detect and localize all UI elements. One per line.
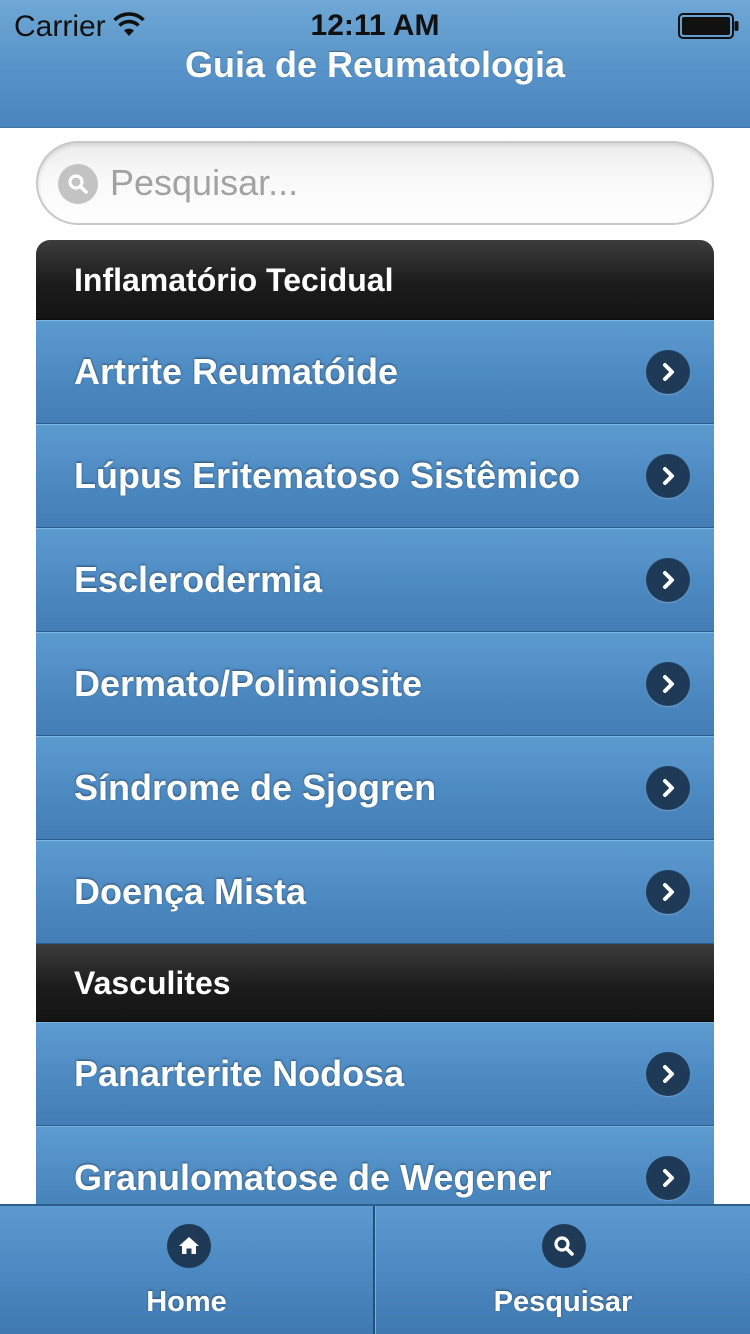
list-item-label: Artrite Reumatóide: [74, 351, 399, 392]
tab-pesquisar-label: Pesquisar: [493, 1286, 633, 1318]
list-item-granulomatose-wegener[interactable]: Granulomatose de Wegener: [36, 1126, 714, 1204]
chevron-right-icon: [646, 558, 690, 602]
tab-bar: Home Pesquisar: [0, 1204, 750, 1334]
list-item-esclerodermia[interactable]: Esclerodermia: [36, 528, 714, 632]
list-item-label: Panarterite Nodosa: [74, 1053, 405, 1094]
section-header-vasculites: Vasculites: [36, 944, 714, 1022]
topic-list: Inflamatório Tecidual Artrite Reumatóide…: [36, 240, 714, 1204]
chevron-right-icon: [646, 662, 690, 706]
chevron-right-icon: [646, 454, 690, 498]
list-item-label: Lúpus Eritematoso Sistêmico: [74, 455, 581, 496]
list-item-label: Esclerodermia: [74, 559, 323, 600]
list-item-sindrome-sjogren[interactable]: Síndrome de Sjogren: [36, 736, 714, 840]
tab-home-label: Home: [146, 1286, 227, 1318]
status-bar: Carrier 12:11 AM: [0, 0, 750, 50]
chevron-right-icon: [646, 1052, 690, 1096]
tab-pesquisar[interactable]: Pesquisar: [375, 1206, 750, 1334]
page-title: Guia de Reumatologia: [184, 44, 566, 85]
search-input[interactable]: [110, 143, 690, 223]
list-item-label: Doença Mista: [74, 871, 307, 912]
header-bar: Carrier 12:11 AM Guia de Reumatologia: [0, 0, 750, 128]
search-bar[interactable]: [36, 141, 714, 225]
list-item-label: Dermato/Polimiosite: [74, 663, 423, 704]
list-item-doenca-mista[interactable]: Doença Mista: [36, 840, 714, 944]
list-item-label: Síndrome de Sjogren: [74, 767, 437, 808]
list-item-panarterite-nodosa[interactable]: Panarterite Nodosa: [36, 1022, 714, 1126]
list-item-lupus[interactable]: Lúpus Eritematoso Sistêmico: [36, 424, 714, 528]
chevron-right-icon: [646, 766, 690, 810]
list-item-label: Granulomatose de Wegener: [74, 1157, 552, 1198]
chevron-right-icon: [646, 870, 690, 914]
chevron-right-icon: [646, 350, 690, 394]
search-icon: [542, 1224, 586, 1268]
list-item-artrite-reumatoide[interactable]: Artrite Reumatóide: [36, 320, 714, 424]
list-item-dermato-polimiosite[interactable]: Dermato/Polimiosite: [36, 632, 714, 736]
battery-icon: [678, 13, 739, 39]
home-icon: [167, 1224, 211, 1268]
status-time: 12:11 AM: [310, 9, 440, 42]
section-header-inflamatorio: Inflamatório Tecidual: [36, 240, 714, 320]
search-icon: [58, 164, 98, 204]
tab-home[interactable]: Home: [0, 1206, 375, 1334]
chevron-right-icon: [646, 1156, 690, 1200]
